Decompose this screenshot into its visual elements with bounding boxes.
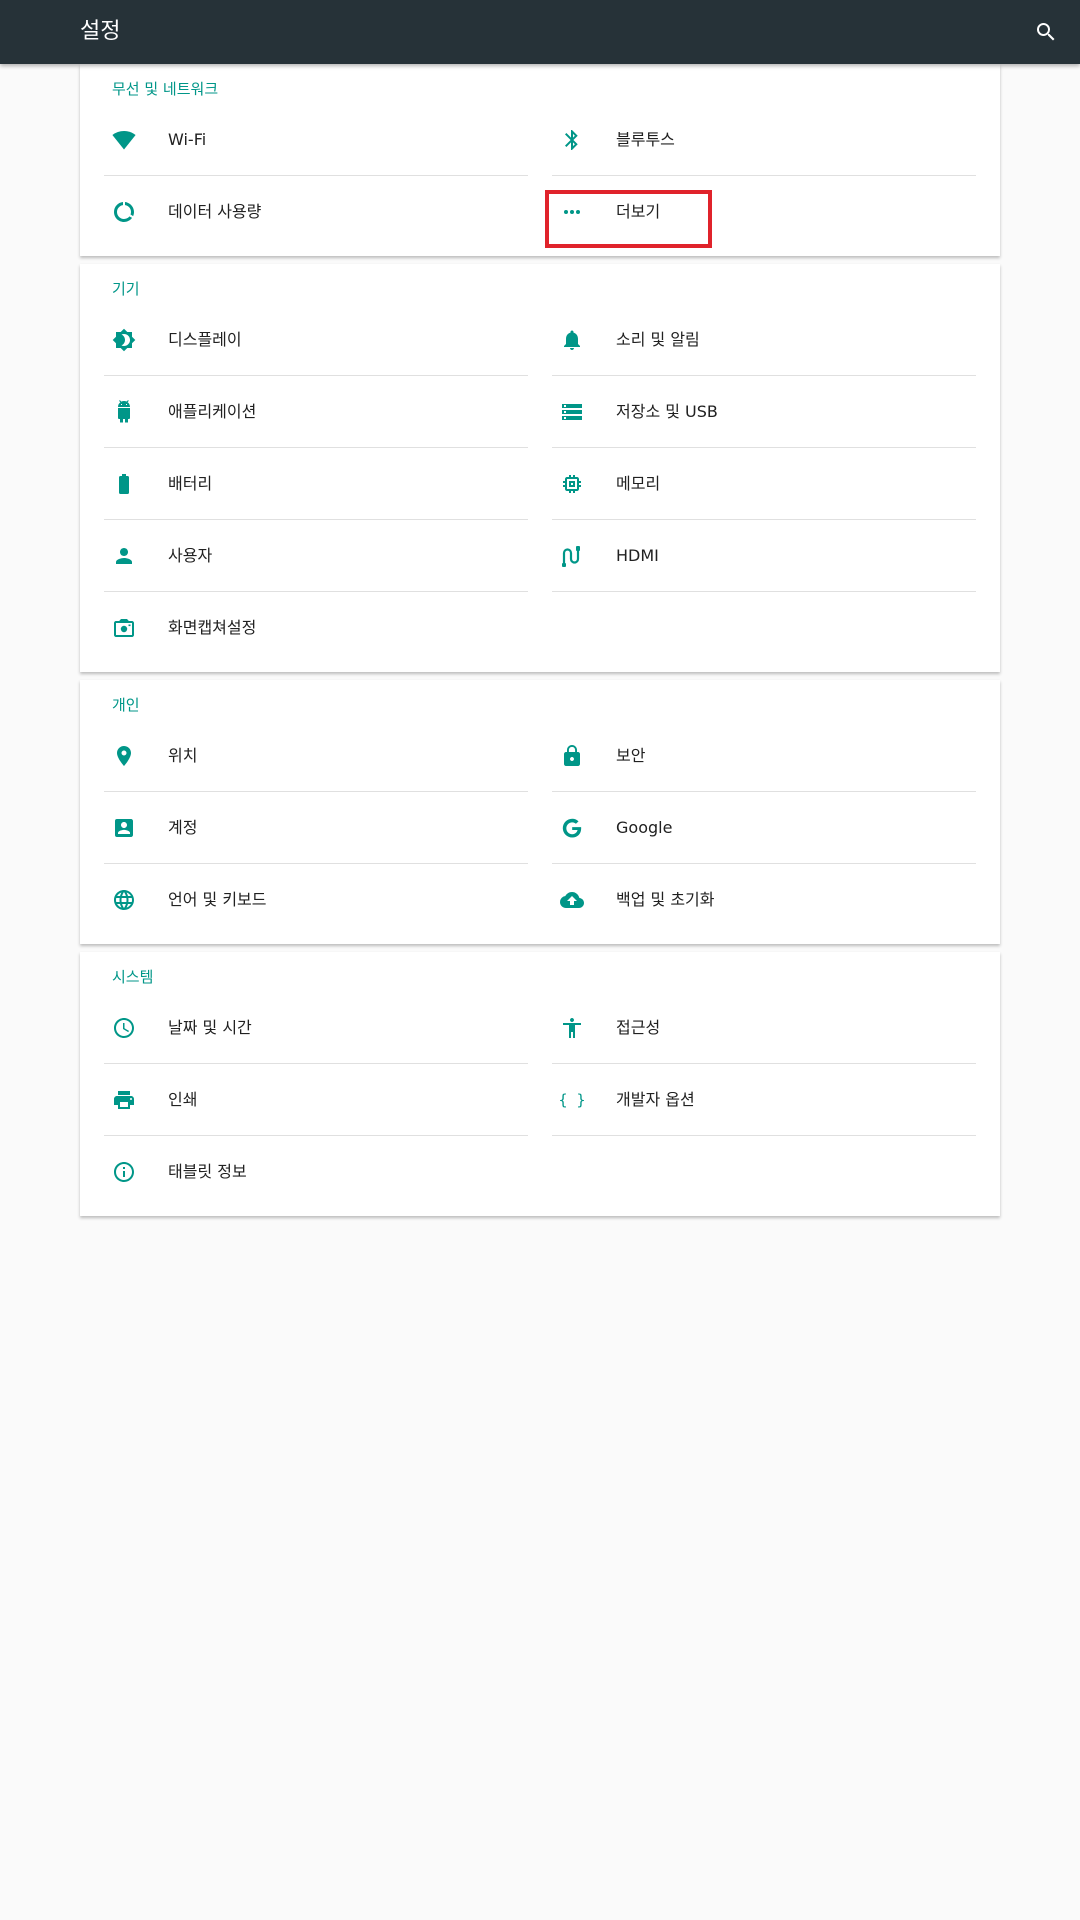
camera-icon <box>112 616 136 640</box>
settings-item-about-tablet[interactable]: 태블릿 정보 <box>104 1136 528 1208</box>
settings-item-accounts[interactable]: 계정 <box>104 792 528 864</box>
clock-icon <box>112 1016 136 1040</box>
info-icon <box>112 1160 136 1184</box>
brightness-icon <box>112 328 136 352</box>
globe-icon <box>112 888 136 912</box>
settings-item-label: 블루투스 <box>616 130 675 149</box>
settings-item-label: 백업 및 초기화 <box>616 890 715 909</box>
code-braces-icon: { } <box>560 1088 584 1112</box>
cloud-upload-icon <box>560 888 584 912</box>
bell-icon <box>560 328 584 352</box>
settings-item-label: 사용자 <box>168 546 213 565</box>
app-bar: 설정 <box>0 0 1080 64</box>
settings-item-backup-reset[interactable]: 백업 및 초기화 <box>552 864 976 936</box>
google-icon <box>560 816 584 840</box>
lock-icon <box>560 744 584 768</box>
section-device: 기기 디스플레이 소리 및 알림 애플리케이션 저장소 및 USB 배터리 메모… <box>80 264 1000 672</box>
settings-item-label: 접근성 <box>616 1018 661 1037</box>
settings-item-label: 개발자 옵션 <box>616 1090 695 1109</box>
settings-item-label: 언어 및 키보드 <box>168 890 267 909</box>
settings-item-label: Wi-Fi <box>168 130 207 149</box>
section-header: 시스템 <box>112 968 154 986</box>
memory-icon <box>560 472 584 496</box>
settings-item-wifi[interactable]: Wi-Fi <box>104 104 528 176</box>
settings-item-label: 데이터 사용량 <box>168 202 262 221</box>
settings-item-label: 인쇄 <box>168 1090 198 1109</box>
settings-item-label: 태블릿 정보 <box>168 1162 247 1181</box>
settings-item-developer-options[interactable]: { } 개발자 옵션 <box>552 1064 976 1136</box>
divider <box>552 591 976 592</box>
location-pin-icon <box>112 744 136 768</box>
settings-item-google[interactable]: Google <box>552 792 976 864</box>
settings-item-label: 날짜 및 시간 <box>168 1018 252 1037</box>
settings-item-label: 계정 <box>168 818 198 837</box>
search-icon[interactable] <box>1034 20 1058 44</box>
settings-item-label: 애플리케이션 <box>168 402 257 421</box>
account-box-icon <box>112 816 136 840</box>
settings-item-date-time[interactable]: 날짜 및 시간 <box>104 992 528 1064</box>
android-icon <box>112 400 136 424</box>
settings-item-label: Google <box>616 818 673 837</box>
settings-item-label: 소리 및 알림 <box>616 330 700 349</box>
data-usage-icon <box>112 200 136 224</box>
settings-item-label: 메모리 <box>616 474 661 493</box>
settings-item-location[interactable]: 위치 <box>104 720 528 792</box>
section-wireless-networks: 무선 및 네트워크 Wi-Fi 블루투스 데이터 사용량 더보기 <box>80 64 1000 256</box>
section-header: 무선 및 네트워크 <box>112 80 219 98</box>
settings-item-memory[interactable]: 메모리 <box>552 448 976 520</box>
wifi-icon <box>112 128 136 152</box>
section-header: 기기 <box>112 280 140 298</box>
highlight-box <box>545 190 712 248</box>
bluetooth-icon <box>560 128 584 152</box>
settings-item-battery[interactable]: 배터리 <box>104 448 528 520</box>
settings-item-users[interactable]: 사용자 <box>104 520 528 592</box>
battery-icon <box>112 472 136 496</box>
svg-text:{ }: { } <box>560 1091 584 1109</box>
settings-item-bluetooth[interactable]: 블루투스 <box>552 104 976 176</box>
settings-item-data-usage[interactable]: 데이터 사용량 <box>104 176 528 248</box>
settings-item-apps[interactable]: 애플리케이션 <box>104 376 528 448</box>
accessibility-icon <box>560 1016 584 1040</box>
storage-icon <box>560 400 584 424</box>
section-personal: 개인 위치 보안 계정 Google 언어 및 키보드 백업 및 초기화 <box>80 680 1000 944</box>
settings-item-screen-capture[interactable]: 화면캡쳐설정 <box>104 592 528 664</box>
settings-item-printing[interactable]: 인쇄 <box>104 1064 528 1136</box>
settings-item-label: 디스플레이 <box>168 330 242 349</box>
settings-item-hdmi[interactable]: HDMI <box>552 520 976 592</box>
settings-item-storage-usb[interactable]: 저장소 및 USB <box>552 376 976 448</box>
settings-item-label: 배터리 <box>168 474 213 493</box>
settings-item-accessibility[interactable]: 접근성 <box>552 992 976 1064</box>
page-title: 설정 <box>80 19 121 44</box>
divider <box>552 1135 976 1136</box>
settings-item-label: 위치 <box>168 746 198 765</box>
hdmi-cable-icon <box>560 544 584 568</box>
settings-item-label: 저장소 및 USB <box>616 402 718 421</box>
settings-item-label: HDMI <box>616 546 659 565</box>
settings-item-language-keyboard[interactable]: 언어 및 키보드 <box>104 864 528 936</box>
person-icon <box>112 544 136 568</box>
settings-item-display[interactable]: 디스플레이 <box>104 304 528 376</box>
settings-item-security[interactable]: 보안 <box>552 720 976 792</box>
section-header: 개인 <box>112 696 140 714</box>
settings-item-sound-notification[interactable]: 소리 및 알림 <box>552 304 976 376</box>
settings-item-label: 보안 <box>616 746 646 765</box>
section-system: 시스템 날짜 및 시간 접근성 인쇄 { } 개발자 옵션 태블릿 정보 <box>80 952 1000 1216</box>
printer-icon <box>112 1088 136 1112</box>
settings-item-label: 화면캡쳐설정 <box>168 618 257 637</box>
